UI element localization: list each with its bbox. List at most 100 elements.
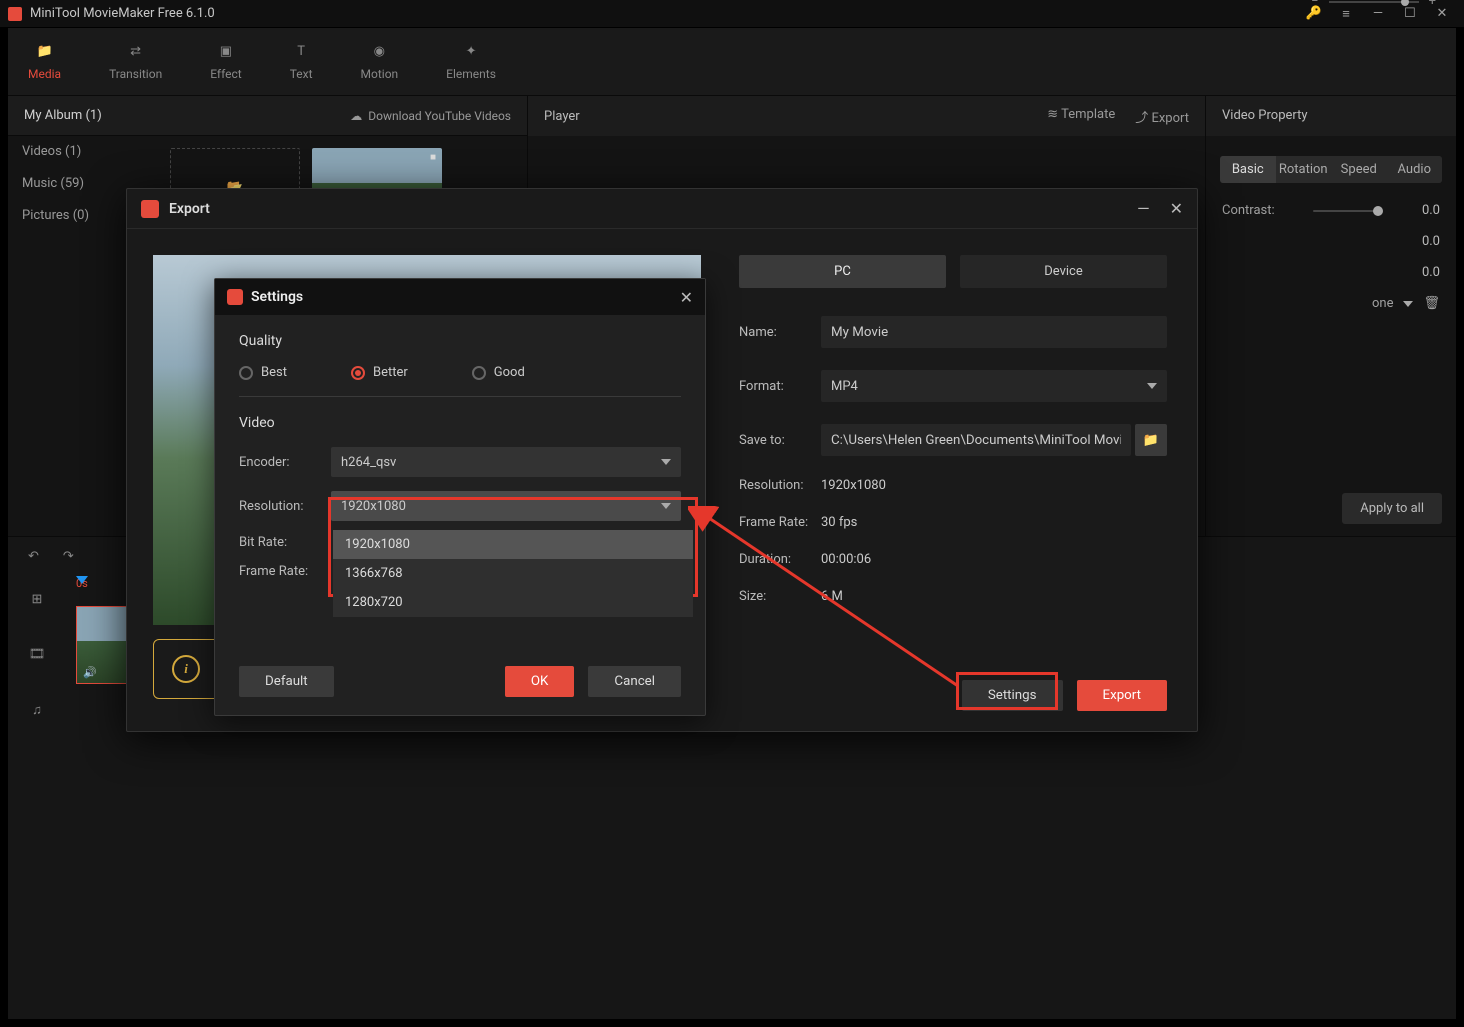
chevron-down-icon[interactable] [1403,301,1413,307]
browse-folder-button[interactable]: 📁 [1135,424,1167,456]
settings-ok-button[interactable]: OK [505,666,575,697]
chevron-down-icon [661,503,671,509]
app-logo-icon [141,200,159,218]
download-youtube-link[interactable]: ☁ Download YouTube Videos [350,109,511,123]
property-panel: Video Property Basic Rotation Speed Audi… [1206,96,1456,536]
app-logo-icon [8,7,22,21]
export-close-icon[interactable]: ✕ [1170,199,1183,218]
export-button[interactable]: ⤴ Export [1135,107,1189,126]
size-value: 6 M [821,589,843,604]
format-label: Format: [739,379,821,394]
framerate-value: 30 fps [821,515,857,530]
encoder-select[interactable]: h264_qsv [331,447,681,477]
resolution-option-1366[interactable]: 1366x768 [333,559,693,588]
dest-tab-device[interactable]: Device [960,255,1167,288]
info-icon: i [172,655,200,683]
chevron-down-icon [1147,383,1157,389]
settings-close-icon[interactable]: ✕ [680,288,693,307]
prop-tab-basic[interactable]: Basic [1220,156,1276,183]
resolution-dropdown-list: 1920x1080 1366x768 1280x720 [333,530,693,617]
tab-elements[interactable]: ✦ Elements [446,43,496,81]
settings-resolution-select[interactable]: 1920x1080 [331,491,681,521]
effect-icon: ▣ [216,43,236,61]
zoom-slider[interactable] [1329,1,1419,3]
template-label: Template [1061,107,1115,122]
speaker-icon: 🔊 [83,666,97,679]
chevron-down-icon [661,459,671,465]
export-settings-button[interactable]: Settings [962,680,1063,711]
quality-better-label: Better [373,365,408,380]
audio-track-icon: ♫ [32,702,42,718]
resolution-option-1920[interactable]: 1920x1080 [333,530,693,559]
settings-dialog: Settings ✕ Quality Best Better Good Vide… [214,278,706,716]
tab-motion-label: Motion [361,67,399,81]
apply-to-all-button[interactable]: Apply to all [1342,493,1442,524]
undo-icon[interactable]: ↶ [28,549,39,564]
zoom-in-icon[interactable]: + [1429,0,1436,9]
video-icon: ■ [430,152,436,163]
saveto-input[interactable] [821,424,1131,456]
trash-icon[interactable]: 🗑 [1423,296,1440,311]
bitrate-label: Bit Rate: [239,535,331,550]
folder-videos[interactable]: Videos (1) [8,136,158,168]
upload-icon: ⤴ [1135,111,1148,126]
name-input[interactable] [821,316,1167,348]
prop-value-2: 0.0 [1422,234,1440,249]
text-icon: T [291,43,311,61]
export-minimize-icon[interactable]: — [1137,199,1150,218]
transition-icon: ⇄ [126,43,146,61]
format-select[interactable]: MP4 [821,370,1167,402]
tab-media-label: Media [28,67,61,81]
resolution-value: 1920x1080 [821,478,886,493]
export-confirm-button[interactable]: Export [1077,680,1167,711]
prop-tab-speed[interactable]: Speed [1331,156,1387,183]
app-logo-icon [227,289,243,305]
quality-good-radio[interactable]: Good [472,365,525,380]
encoder-value: h264_qsv [341,455,396,470]
tab-transition[interactable]: ⇄ Transition [109,43,162,81]
export-label: Export [1151,111,1189,126]
tab-elements-label: Elements [446,67,496,81]
template-button[interactable]: ≋ Template [1047,107,1115,126]
main-toolbar: 📁 Media ⇄ Transition ▣ Effect T Text ◉ M… [8,28,1456,96]
format-value: MP4 [831,379,858,394]
quality-best-radio[interactable]: Best [239,365,287,380]
add-track-icon[interactable]: ⊞ [32,592,43,607]
settings-resolution-label: Resolution: [239,499,331,514]
video-track-icon: 🎞 [29,647,46,662]
export-dialog-title: Export [169,201,210,217]
saveto-label: Save to: [739,433,821,448]
contrast-value: 0.0 [1422,203,1440,218]
layers-icon: ≋ [1047,107,1058,122]
tab-text[interactable]: T Text [290,43,313,81]
folder-icon: 📁 [35,43,55,61]
contrast-slider[interactable] [1313,210,1383,212]
quality-better-radio[interactable]: Better [351,365,408,380]
tab-effect[interactable]: ▣ Effect [210,43,242,81]
size-label: Size: [739,589,821,604]
video-section-title: Video [239,415,681,431]
zoom-out-icon[interactable]: − [1311,0,1318,9]
settings-framerate-label: Frame Rate: [239,564,331,579]
app-title: MiniTool MovieMaker Free 6.1.0 [30,6,215,21]
settings-default-button[interactable]: Default [239,666,334,697]
download-youtube-label: Download YouTube Videos [368,109,511,123]
title-bar: MiniTool MovieMaker Free 6.1.0 🔑 ≡ — ☐ ✕ [0,0,1464,28]
motion-icon: ◉ [369,43,389,61]
tab-media[interactable]: 📁 Media [28,43,61,81]
playhead-icon[interactable] [76,576,88,584]
settings-cancel-button[interactable]: Cancel [588,666,681,697]
quality-good-label: Good [494,365,525,380]
property-title: Video Property [1206,96,1456,136]
encoder-label: Encoder: [239,455,331,470]
prop-tab-rotation[interactable]: Rotation [1276,156,1332,183]
redo-icon[interactable]: ↷ [63,549,74,564]
contrast-label: Contrast: [1222,203,1275,218]
none-label: one [1372,296,1394,311]
tab-motion[interactable]: ◉ Motion [361,43,399,81]
resolution-option-1280[interactable]: 1280x720 [333,588,693,617]
dest-tab-pc[interactable]: PC [739,255,946,288]
cloud-download-icon: ☁ [350,109,362,123]
prop-tab-audio[interactable]: Audio [1387,156,1443,183]
framerate-label: Frame Rate: [739,515,821,530]
